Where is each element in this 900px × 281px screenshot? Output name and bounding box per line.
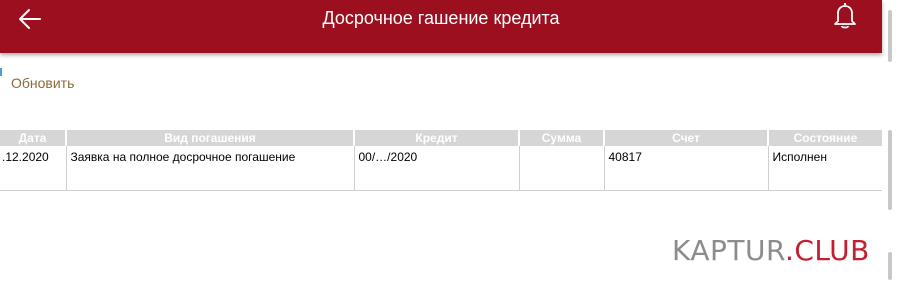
table-row[interactable]: .12.2020 Заявка на полное досрочное пога…: [0, 146, 882, 191]
page-title: Досрочное гашение кредита: [322, 8, 560, 28]
column-header-credit[interactable]: Кредит: [353, 130, 519, 146]
repayment-table: Дата Вид погашения Кредит Сумма Счет Сос…: [0, 130, 882, 191]
column-header-type[interactable]: Вид погашения: [65, 130, 354, 146]
watermark-part-1: KAPTUR: [672, 234, 785, 267]
scrollbar-thumb-bottom[interactable]: [888, 252, 892, 280]
cell-amount: [518, 146, 604, 191]
column-header-status[interactable]: Состояние: [767, 130, 882, 146]
app-header: Досрочное гашение кредита: [0, 0, 882, 53]
table-header-row: Дата Вид погашения Кредит Сумма Счет Сос…: [0, 130, 882, 146]
app-screen: Досрочное гашение кредита Обновить Дата …: [0, 0, 900, 281]
column-header-amount[interactable]: Сумма: [518, 130, 604, 146]
notifications-button[interactable]: [830, 0, 860, 30]
bell-icon: [834, 3, 856, 29]
scrollbar-thumb-top[interactable]: [888, 10, 892, 62]
scrollbar-thumb-middle[interactable]: [888, 130, 892, 210]
cell-credit: 00/…/2020: [353, 146, 519, 191]
cell-account: 40817: [603, 146, 768, 191]
refresh-button[interactable]: Обновить: [11, 75, 74, 91]
watermark-dot: .: [784, 234, 795, 267]
cell-date: .12.2020: [0, 146, 66, 191]
cell-status: Исполнен: [767, 146, 882, 191]
watermark-logo: KAPTUR.CLUB: [672, 234, 870, 267]
column-header-date[interactable]: Дата: [0, 130, 66, 146]
column-header-account[interactable]: Счет: [603, 130, 768, 146]
selection-marker: [0, 68, 2, 76]
watermark-part-2: CLUB: [794, 234, 870, 267]
cell-type: Заявка на полное досрочное погашение: [65, 146, 354, 191]
